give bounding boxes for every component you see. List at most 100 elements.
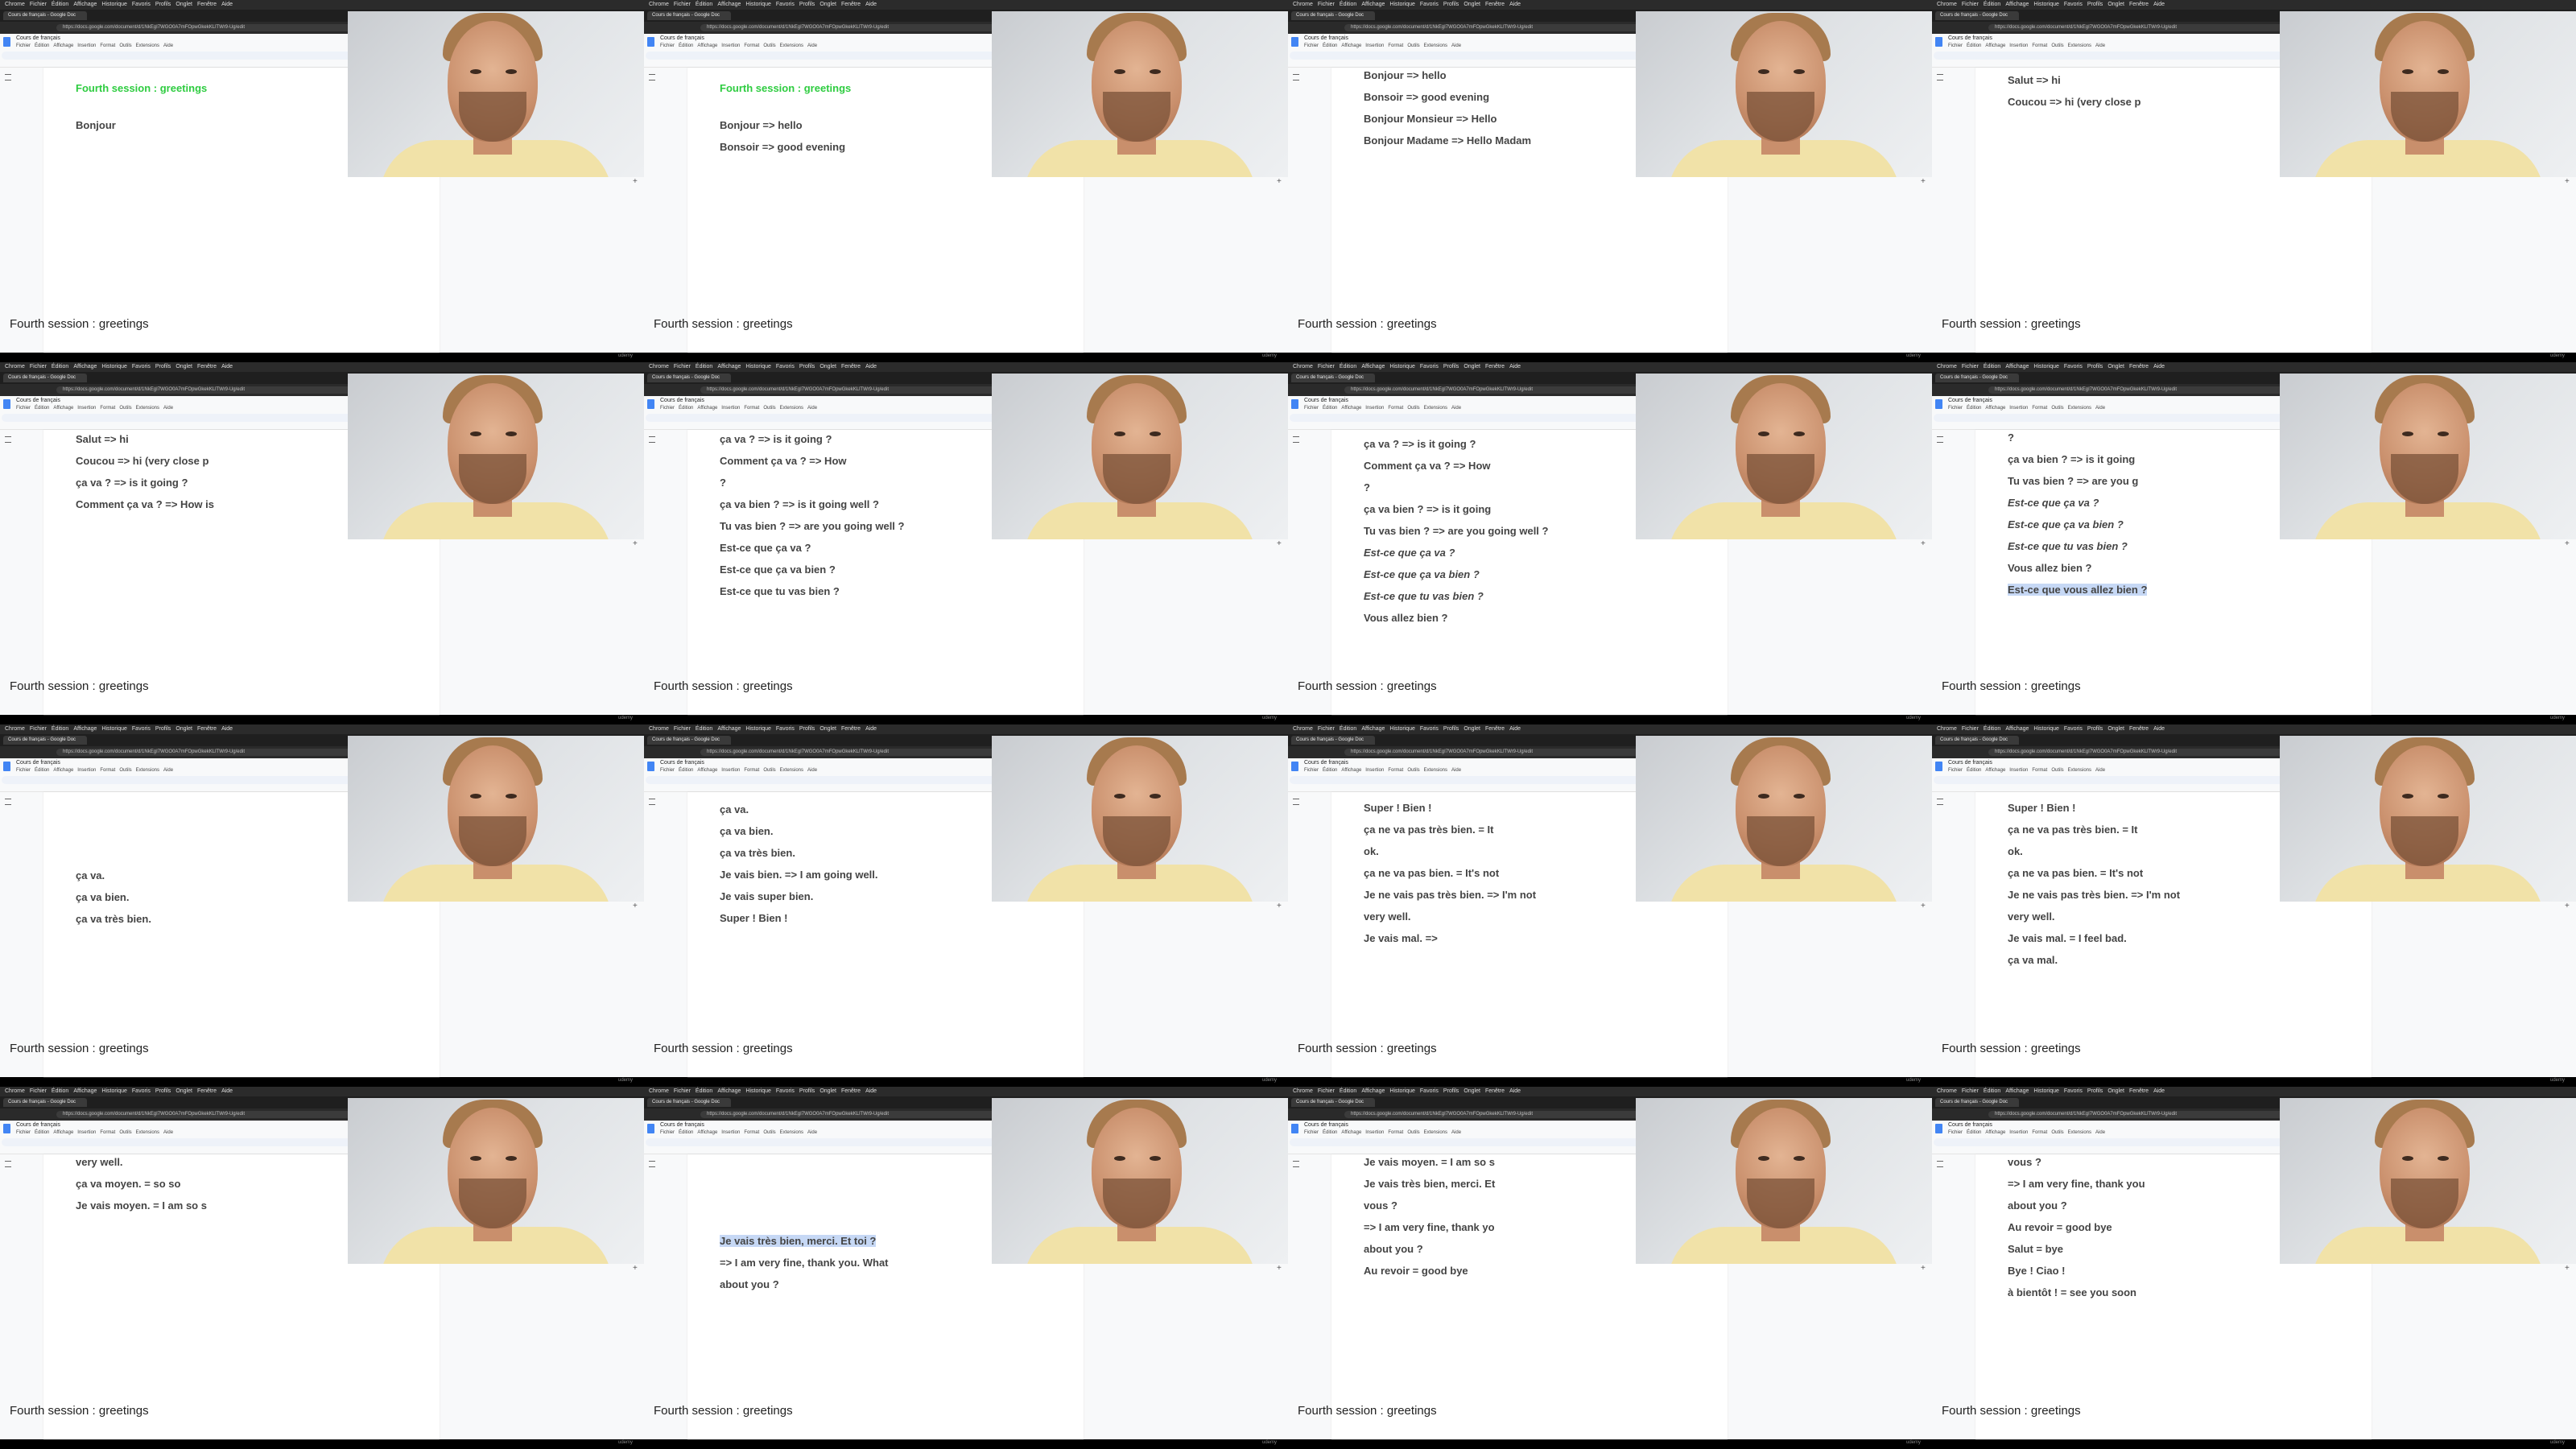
docs-menu-item[interactable]: Aide <box>163 43 173 48</box>
browser-menu-item[interactable]: Favoris <box>1420 1088 1439 1094</box>
browser-menu-item[interactable]: Aide <box>865 2 877 7</box>
browser-menu-item[interactable]: Fichier <box>30 1088 47 1094</box>
document-line[interactable]: ça ne va pas très bien. = It <box>2008 824 2138 836</box>
browser-tab[interactable]: Cours de français - Google Doc <box>3 736 87 745</box>
docs-menu-item[interactable]: Fichier <box>660 1130 675 1135</box>
document-line[interactable]: Est-ce que ça va bien ? <box>1364 568 1480 580</box>
google-docs-icon[interactable] <box>1291 1124 1298 1133</box>
browser-tab[interactable]: Cours de français - Google Doc <box>1291 1098 1375 1107</box>
docs-menu-item[interactable]: Format <box>2032 406 2047 411</box>
google-docs-icon[interactable] <box>647 1124 654 1133</box>
docs-menu-item[interactable]: Outils <box>763 43 775 48</box>
browser-menu-item[interactable]: Onglet <box>175 364 192 369</box>
docs-menu-item[interactable]: Affichage <box>697 406 717 411</box>
browser-menu-item[interactable]: Édition <box>52 1088 68 1094</box>
browser-menu-item[interactable]: Édition <box>696 364 712 369</box>
browser-menu-item[interactable]: Onglet <box>819 726 836 732</box>
docs-menu-item[interactable]: Affichage <box>1341 1130 1361 1135</box>
document-line[interactable]: Tu vas bien ? => are you g <box>2008 475 2138 487</box>
document-line[interactable]: ça va très bien. <box>720 847 795 859</box>
docs-menu-item[interactable]: Insertion <box>1365 43 1384 48</box>
browser-menu-item[interactable]: Édition <box>696 1088 712 1094</box>
browser-menu-item[interactable]: Chrome <box>1937 364 1957 369</box>
browser-menu-item[interactable]: Favoris <box>2064 2 2083 7</box>
browser-menu-item[interactable]: Profils <box>799 1088 815 1094</box>
browser-menu-item[interactable]: Chrome <box>1937 2 1957 7</box>
browser-menu-item[interactable]: Onglet <box>2107 726 2124 732</box>
browser-menu-item[interactable]: Favoris <box>1420 2 1439 7</box>
docs-menu-item[interactable]: Outils <box>1407 1130 1419 1135</box>
document-line[interactable]: ok. <box>1364 845 1379 857</box>
browser-menu-item[interactable]: Profils <box>1443 726 1459 732</box>
browser-menu-item[interactable]: Édition <box>1340 726 1356 732</box>
browser-menu-item[interactable]: Onglet <box>819 2 836 7</box>
document-line[interactable]: Tu vas bien ? => are you going well ? <box>1364 525 1548 537</box>
browser-menu-item[interactable]: Favoris <box>2064 364 2083 369</box>
outline-icon[interactable] <box>649 1161 655 1167</box>
document-line[interactable]: ? <box>720 477 726 489</box>
docs-menu-item[interactable]: Fichier <box>1304 1130 1319 1135</box>
document-line[interactable]: Au revoir = good bye <box>2008 1221 2112 1233</box>
browser-menu-item[interactable]: Profils <box>2087 1088 2103 1094</box>
document-line[interactable]: Est-ce que ça va bien ? <box>720 564 836 576</box>
add-icon[interactable]: + <box>2565 902 2570 910</box>
docs-menu-item[interactable]: Aide <box>2095 1130 2105 1135</box>
document-line[interactable]: Super ! Bien ! <box>1364 802 1432 814</box>
docs-menu-item[interactable]: Aide <box>2095 43 2105 48</box>
browser-menu-item[interactable]: Fichier <box>1318 726 1335 732</box>
document-line[interactable]: Au revoir = good bye <box>1364 1265 1468 1277</box>
browser-tab[interactable]: Cours de français - Google Doc <box>3 1098 87 1107</box>
browser-menu-item[interactable]: Historique <box>1389 1088 1415 1094</box>
browser-menu-item[interactable]: Profils <box>2087 2 2103 7</box>
browser-menu-item[interactable]: Historique <box>101 1088 127 1094</box>
browser-menu-item[interactable]: Onglet <box>175 1088 192 1094</box>
docs-menu-item[interactable]: Fichier <box>16 1130 31 1135</box>
docs-menu-item[interactable]: Extensions <box>1424 43 1447 48</box>
docs-menu-item[interactable]: Insertion <box>721 768 740 773</box>
document-line[interactable]: Je vais super bien. <box>720 890 813 902</box>
docs-menu-item[interactable]: Extensions <box>136 768 159 773</box>
browser-menu-item[interactable]: Fenêtre <box>2129 364 2149 369</box>
document-line[interactable]: ça va moyen. = so so <box>76 1178 180 1190</box>
docs-menu-item[interactable]: Aide <box>807 406 817 411</box>
google-docs-icon[interactable] <box>647 37 654 47</box>
browser-menu-item[interactable]: Affichage <box>1361 726 1385 732</box>
docs-menu-item[interactable]: Affichage <box>53 1130 73 1135</box>
docs-menu-item[interactable]: Aide <box>807 43 817 48</box>
browser-menu-item[interactable]: Aide <box>2153 726 2165 732</box>
add-icon[interactable]: + <box>633 177 638 186</box>
browser-menu-item[interactable]: Aide <box>1509 1088 1521 1094</box>
browser-menu-item[interactable]: Affichage <box>1361 364 1385 369</box>
add-icon[interactable]: + <box>633 902 638 910</box>
docs-menu-item[interactable]: Format <box>1388 43 1403 48</box>
docs-menu-item[interactable]: Outils <box>2051 406 2063 411</box>
browser-menu-item[interactable]: Aide <box>865 364 877 369</box>
document-line[interactable]: Fourth session : greetings <box>76 82 207 94</box>
outline-icon[interactable] <box>1937 799 1943 805</box>
document-line[interactable]: ok. <box>2008 845 2023 857</box>
add-icon[interactable]: + <box>1277 177 1282 186</box>
browser-menu-item[interactable]: Historique <box>1389 364 1415 369</box>
browser-menu-item[interactable]: Affichage <box>73 726 97 732</box>
docs-menu-item[interactable]: Édition <box>679 768 693 773</box>
browser-menu-item[interactable]: Fenêtre <box>2129 2 2149 7</box>
docs-menu-item[interactable]: Édition <box>679 1130 693 1135</box>
browser-menu-item[interactable]: Édition <box>1984 364 2000 369</box>
document-title[interactable]: Cours de français <box>1948 1122 1992 1128</box>
document-line[interactable]: ça va ? => is it going ? <box>720 433 832 445</box>
docs-menu-item[interactable]: Outils <box>2051 43 2063 48</box>
browser-menu-item[interactable]: Affichage <box>717 364 741 369</box>
add-icon[interactable]: + <box>633 539 638 548</box>
browser-menu-item[interactable]: Onglet <box>819 1088 836 1094</box>
browser-menu-item[interactable]: Chrome <box>649 364 669 369</box>
document-line[interactable]: ça va bien. <box>76 891 129 903</box>
browser-menu-item[interactable]: Affichage <box>1361 1088 1385 1094</box>
browser-menu-item[interactable]: Onglet <box>2107 1088 2124 1094</box>
document-line[interactable]: Bonsoir => good evening <box>720 141 845 153</box>
docs-menu-item[interactable]: Édition <box>35 768 49 773</box>
docs-menu-item[interactable]: Extensions <box>1424 1130 1447 1135</box>
browser-menu-item[interactable]: Onglet <box>1463 726 1480 732</box>
document-title[interactable]: Cours de français <box>660 1122 704 1128</box>
outline-icon[interactable] <box>1293 799 1299 805</box>
browser-menu-item[interactable]: Aide <box>2153 2 2165 7</box>
